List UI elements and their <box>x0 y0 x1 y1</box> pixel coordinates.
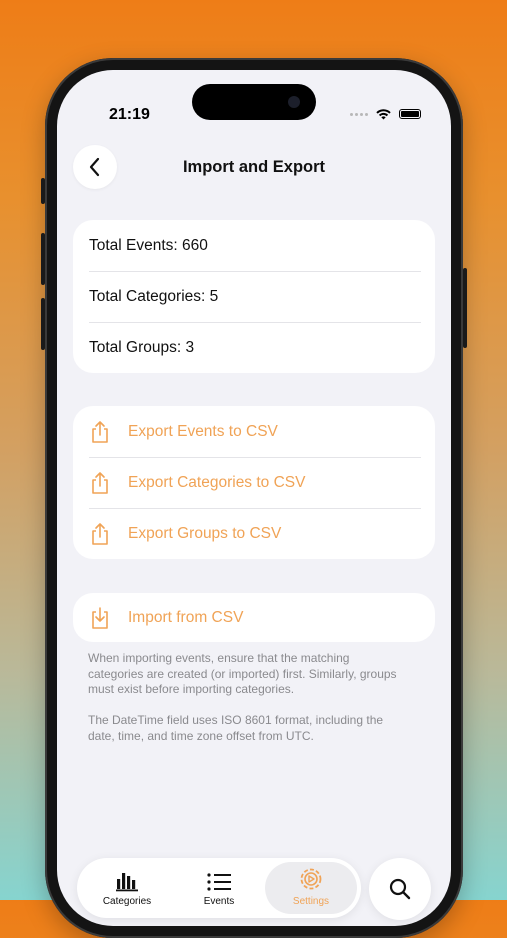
import-card: Import from CSV <box>73 593 435 642</box>
tab-categories[interactable]: Categories <box>81 862 173 914</box>
download-icon <box>89 606 111 630</box>
battery-icon <box>399 109 421 119</box>
export-categories-button[interactable]: Export Categories to CSV <box>73 457 435 508</box>
tab-settings[interactable]: Settings <box>265 862 357 914</box>
volume-up-button <box>41 233 45 285</box>
import-order-note: When importing events, ensure that the m… <box>88 651 397 696</box>
export-groups-label: Export Groups to CSV <box>128 524 282 542</box>
export-groups-button[interactable]: Export Groups to CSV <box>73 508 435 559</box>
import-csv-button[interactable]: Import from CSV <box>73 593 435 642</box>
status-time: 21:19 <box>109 106 150 123</box>
share-icon <box>89 522 111 546</box>
status-icons <box>350 108 421 120</box>
export-card: Export Events to CSV Export Categories t… <box>73 406 435 559</box>
tab-label: Categories <box>102 896 152 907</box>
export-events-label: Export Events to CSV <box>128 422 278 440</box>
tab-events[interactable]: Events <box>173 862 265 914</box>
phone-frame: 21:19 Import and Export Total Events: 66… <box>41 58 467 938</box>
search-button[interactable] <box>369 858 431 920</box>
stat-label: Total Events: 660 <box>89 236 208 254</box>
bar-chart-icon <box>115 862 139 892</box>
stat-label: Total Categories: 5 <box>89 287 219 305</box>
stat-row-events: Total Events: 660 <box>73 220 435 271</box>
volume-down-button <box>41 298 45 350</box>
wifi-icon <box>376 109 391 120</box>
cellular-signal-icon <box>350 112 368 116</box>
stat-row-groups: Total Groups: 3 <box>73 322 435 373</box>
dynamic-island <box>192 84 316 120</box>
search-icon <box>389 878 411 900</box>
import-csv-label: Import from CSV <box>128 608 244 626</box>
export-events-button[interactable]: Export Events to CSV <box>73 406 435 457</box>
list-icon <box>206 862 232 892</box>
stats-card: Total Events: 660 Total Categories: 5 To… <box>73 220 435 373</box>
app-screen: 21:19 Import and Export Total Events: 66… <box>57 70 451 926</box>
datetime-note: The DateTime field uses ISO 8601 format,… <box>88 713 384 743</box>
power-button <box>463 268 467 348</box>
tab-bar: Categories Events Settings <box>77 858 361 918</box>
settings-icon <box>298 862 324 892</box>
page-title: Import and Export <box>182 158 326 176</box>
tab-label: Settings <box>292 896 330 907</box>
tab-label: Events <box>203 896 235 907</box>
share-icon <box>89 471 111 495</box>
export-categories-label: Export Categories to CSV <box>128 473 306 491</box>
stat-label: Total Groups: 3 <box>89 338 195 356</box>
action-button <box>41 178 45 204</box>
stat-row-categories: Total Categories: 5 <box>73 271 435 322</box>
share-icon <box>89 420 111 444</box>
